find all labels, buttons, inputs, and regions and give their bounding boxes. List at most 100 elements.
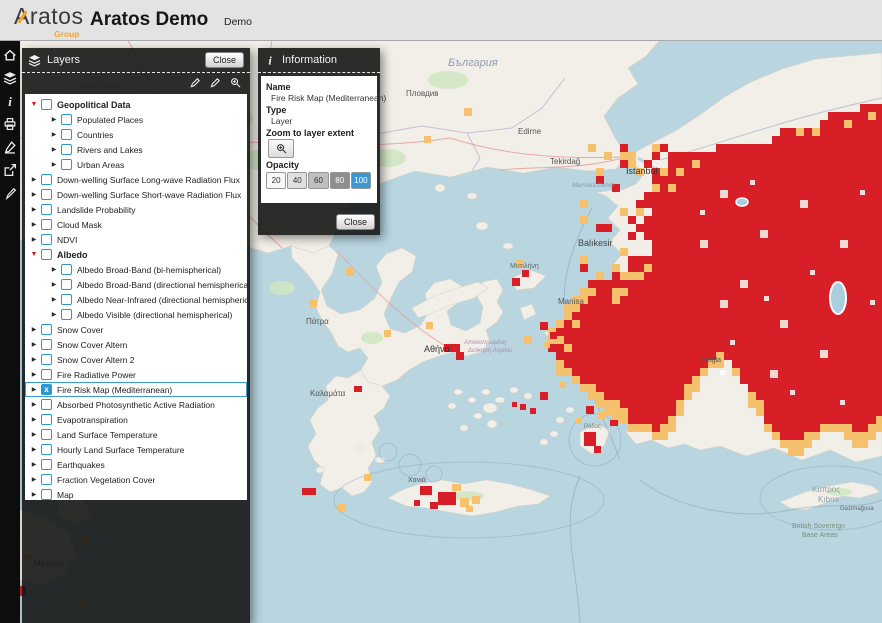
layer-tree-item[interactable]: ▶Absorbed Photosynthetic Active Radiatio… bbox=[25, 397, 247, 412]
expand-arrow-icon[interactable]: ▶ bbox=[29, 476, 39, 483]
expand-arrow-icon[interactable]: ▶ bbox=[29, 401, 39, 408]
layer-tree-item[interactable]: ▶Evapotranspiration bbox=[25, 412, 247, 427]
opacity-button-80[interactable]: 80 bbox=[330, 172, 350, 189]
layer-tree-item[interactable]: ▶Down-welling Surface Short-wave Radiati… bbox=[25, 187, 247, 202]
layer-tree-item[interactable]: ▶Snow Cover Altern 2 bbox=[25, 352, 247, 367]
opacity-button-100[interactable]: 100 bbox=[351, 172, 371, 189]
layer-tree-item[interactable]: ▶Fire Radiative Power bbox=[25, 367, 247, 382]
expand-arrow-icon[interactable]: ▶ bbox=[29, 416, 39, 423]
opacity-button-60[interactable]: 60 bbox=[308, 172, 328, 189]
layer-tree-item[interactable]: ▶Populated Places bbox=[25, 112, 247, 127]
layer-checkbox[interactable] bbox=[41, 489, 52, 500]
layer-checkbox[interactable] bbox=[61, 309, 72, 320]
layer-checkbox[interactable] bbox=[61, 294, 72, 305]
layer-tree-item[interactable]: ▶Earthquakes bbox=[25, 457, 247, 472]
expand-arrow-icon[interactable]: ▶ bbox=[29, 236, 39, 243]
layer-checkbox[interactable] bbox=[41, 99, 52, 110]
edit-style-icon[interactable] bbox=[210, 77, 221, 88]
expand-arrow-icon[interactable]: ▶ bbox=[49, 146, 59, 153]
layer-tree-item[interactable]: ▶ Down-welling Surface Long-wave Radiatio… bbox=[25, 172, 247, 187]
export-icon[interactable] bbox=[3, 162, 18, 177]
layer-tree-item[interactable]: ▶Albedo Broad-Band (directional hemisphe… bbox=[25, 277, 247, 292]
layer-tree-item[interactable]: ▶Map bbox=[25, 487, 247, 500]
expand-arrow-icon[interactable]: ▶ bbox=[49, 311, 59, 318]
layer-tree-item[interactable]: ▶xFire Risk Map (Mediterranean) bbox=[25, 382, 247, 397]
layer-checkbox[interactable] bbox=[41, 249, 52, 260]
layer-checkbox[interactable] bbox=[41, 219, 52, 230]
expand-arrow-icon[interactable]: ▶ bbox=[29, 386, 39, 393]
layer-checkbox[interactable] bbox=[41, 429, 52, 440]
layer-tree-item[interactable]: ▶Landslide Probability bbox=[25, 202, 247, 217]
layer-checkbox[interactable] bbox=[41, 204, 52, 215]
layer-tree-item[interactable]: ▶Countries bbox=[25, 127, 247, 142]
expand-arrow-icon[interactable]: ▶ bbox=[49, 161, 59, 168]
expand-arrow-icon[interactable]: ▶ bbox=[49, 281, 59, 288]
layer-checkbox[interactable] bbox=[41, 324, 52, 335]
expand-arrow-icon[interactable]: ▶ bbox=[29, 206, 39, 213]
print-icon[interactable] bbox=[3, 116, 18, 131]
layer-checkbox[interactable] bbox=[41, 414, 52, 425]
layer-tree-item[interactable]: ▶Snow Cover bbox=[25, 322, 247, 337]
layer-checkbox[interactable] bbox=[61, 144, 72, 155]
expand-arrow-icon[interactable]: ▶ bbox=[29, 431, 39, 438]
layer-tree-item[interactable]: ▶Albedo Broad-Band (bi-hemispherical) bbox=[25, 262, 247, 277]
layer-label: Down-welling Surface Long-wave Radiation… bbox=[57, 175, 240, 185]
layer-checkbox[interactable] bbox=[61, 159, 72, 170]
expand-arrow-icon[interactable]: ▶ bbox=[29, 371, 39, 378]
layer-checkbox[interactable] bbox=[61, 114, 72, 125]
expand-arrow-icon[interactable]: ▶ bbox=[29, 221, 39, 228]
expand-arrow-icon[interactable]: ▶ bbox=[29, 341, 39, 348]
layer-tree-item[interactable]: ▶Cloud Mask bbox=[25, 217, 247, 232]
opacity-button-40[interactable]: 40 bbox=[287, 172, 307, 189]
expand-arrow-icon[interactable]: ▶ bbox=[29, 191, 39, 198]
layer-checkbox[interactable] bbox=[41, 354, 52, 365]
zoom-search-icon[interactable] bbox=[230, 77, 241, 88]
layer-checkbox[interactable] bbox=[41, 189, 52, 200]
collapse-arrow-icon[interactable]: ▼ bbox=[29, 251, 39, 258]
layer-tree-item[interactable]: ▶Snow Cover Altern bbox=[25, 337, 247, 352]
measure-draw-icon[interactable] bbox=[3, 139, 18, 154]
expand-arrow-icon[interactable]: ▶ bbox=[29, 326, 39, 333]
layer-checkbox[interactable] bbox=[41, 234, 52, 245]
layer-tree-item[interactable]: ▼Geopolitical Data bbox=[25, 97, 247, 112]
layer-checkbox[interactable] bbox=[61, 129, 72, 140]
layer-tree-item[interactable]: ▶NDVI bbox=[25, 232, 247, 247]
layer-checkbox[interactable] bbox=[41, 399, 52, 410]
layer-checkbox[interactable] bbox=[41, 369, 52, 380]
layer-tree-item[interactable]: ▶Hourly Land Surface Temperature bbox=[25, 442, 247, 457]
layers-close-button[interactable]: Close bbox=[205, 52, 244, 68]
expand-arrow-icon[interactable]: ▶ bbox=[49, 116, 59, 123]
layer-checkbox[interactable] bbox=[61, 279, 72, 290]
layer-checkbox[interactable] bbox=[41, 459, 52, 470]
expand-arrow-icon[interactable]: ▶ bbox=[29, 491, 39, 498]
layer-checkbox[interactable] bbox=[41, 339, 52, 350]
information-close-button[interactable]: Close bbox=[336, 214, 375, 230]
information-icon[interactable]: i bbox=[3, 93, 18, 108]
layer-tree-item[interactable]: ▶Land Surface Temperature bbox=[25, 427, 247, 442]
layer-checkbox[interactable] bbox=[41, 174, 52, 185]
collapse-arrow-icon[interactable]: ▼ bbox=[29, 101, 39, 108]
expand-arrow-icon[interactable]: ▶ bbox=[29, 356, 39, 363]
layer-checkbox[interactable] bbox=[41, 474, 52, 485]
pencil-icon[interactable] bbox=[3, 185, 18, 200]
layer-tree-item[interactable]: ▶Albedo Near-Infrared (directional hemis… bbox=[25, 292, 247, 307]
expand-arrow-icon[interactable]: ▶ bbox=[49, 296, 59, 303]
opacity-button-20[interactable]: 20 bbox=[266, 172, 286, 189]
edit-layer-icon[interactable] bbox=[190, 77, 201, 88]
expand-arrow-icon[interactable]: ▶ bbox=[29, 446, 39, 453]
layer-checkbox[interactable]: x bbox=[41, 384, 52, 395]
home-icon[interactable] bbox=[3, 47, 18, 62]
zoom-to-extent-button[interactable] bbox=[268, 139, 294, 158]
expand-arrow-icon[interactable]: ▶ bbox=[49, 131, 59, 138]
layer-tree-item[interactable]: ▼Albedo bbox=[25, 247, 247, 262]
layer-tree-item[interactable]: ▶Rivers and Lakes bbox=[25, 142, 247, 157]
layer-checkbox[interactable] bbox=[61, 264, 72, 275]
expand-arrow-icon[interactable]: ▶ bbox=[29, 176, 39, 183]
layer-tree-item[interactable]: ▶Fraction Vegetation Cover bbox=[25, 472, 247, 487]
layer-tree-item[interactable]: ▶Urban Areas bbox=[25, 157, 247, 172]
layers-icon[interactable] bbox=[3, 70, 18, 85]
expand-arrow-icon[interactable]: ▶ bbox=[49, 266, 59, 273]
expand-arrow-icon[interactable]: ▶ bbox=[29, 461, 39, 468]
layer-checkbox[interactable] bbox=[41, 444, 52, 455]
layer-tree-item[interactable]: ▶Albedo Visible (directional hemispheric… bbox=[25, 307, 247, 322]
